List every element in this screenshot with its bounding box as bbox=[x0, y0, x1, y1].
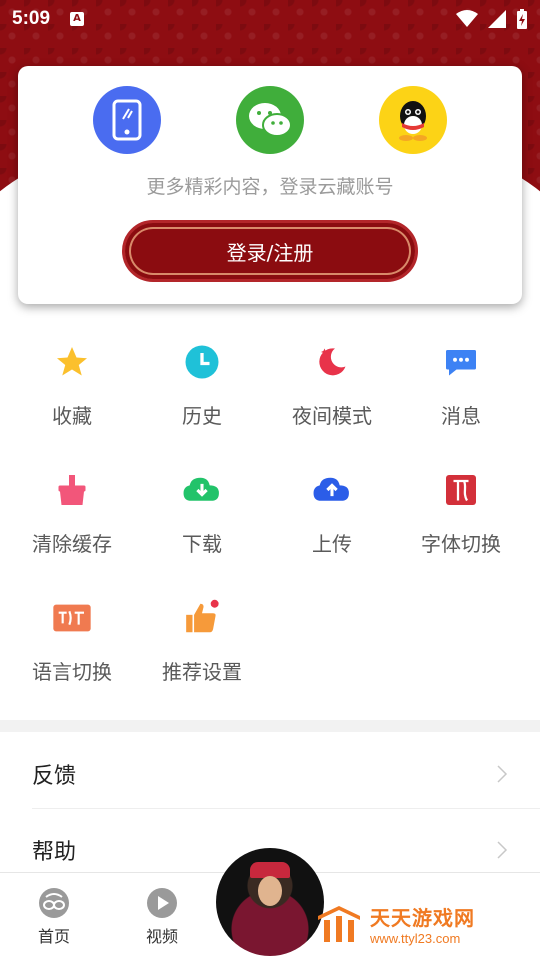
wifi-icon bbox=[456, 10, 478, 27]
status-bar: 5:09 A bbox=[0, 0, 540, 38]
login-card: 更多精彩内容，登录云藏账号 登录/注册 bbox=[18, 66, 522, 304]
home-tab-icon bbox=[39, 888, 69, 918]
wechat-login-button[interactable] bbox=[236, 86, 304, 154]
grid-item-night-mode[interactable]: 夜间模式 bbox=[267, 330, 397, 440]
grid-label: 收藏 bbox=[52, 404, 92, 428]
watermark-logo-icon bbox=[318, 906, 360, 942]
grid-item-language-switch[interactable]: 语言切换 bbox=[7, 586, 137, 696]
grid-label: 消息 bbox=[441, 404, 481, 428]
center-avatar-button[interactable] bbox=[216, 848, 324, 956]
chevron-right-icon bbox=[497, 765, 508, 783]
grid-label: 夜间模式 bbox=[292, 404, 372, 428]
battery-icon bbox=[517, 9, 527, 29]
grid-item-font-switch[interactable]: 字体切换 bbox=[396, 458, 526, 568]
grid-item-favorites[interactable]: 收藏 bbox=[7, 330, 137, 440]
nav-home[interactable]: 首页 bbox=[24, 887, 84, 947]
grid-item-clear-cache[interactable]: 清除缓存 bbox=[7, 458, 137, 568]
grid-item-history[interactable]: 历史 bbox=[137, 330, 267, 440]
qq-login-button[interactable] bbox=[379, 86, 447, 154]
grid-label: 字体切换 bbox=[421, 532, 501, 556]
grid-label: 清除缓存 bbox=[32, 532, 112, 556]
clock-icon bbox=[185, 345, 219, 379]
thumbs-up-icon bbox=[186, 599, 219, 633]
login-hint-text: 更多精彩内容，登录云藏账号 bbox=[146, 176, 394, 198]
phone-icon bbox=[112, 99, 142, 141]
grid-item-download[interactable]: 下载 bbox=[137, 458, 267, 568]
language-icon bbox=[53, 604, 91, 632]
wechat-icon bbox=[249, 103, 292, 137]
qq-icon bbox=[399, 101, 427, 141]
grid-label: 上传 bbox=[312, 532, 352, 556]
grid-label: 历史 bbox=[182, 404, 222, 428]
grid-label: 语言切换 bbox=[32, 660, 112, 684]
notification-app-icon: A bbox=[70, 12, 85, 26]
broom-icon bbox=[58, 475, 86, 505]
nav-video-label: 视频 bbox=[145, 927, 178, 946]
watermark-title: 天天游戏网 bbox=[370, 906, 475, 930]
grid-label: 推荐设置 bbox=[162, 660, 242, 684]
chevron-right-icon bbox=[497, 841, 508, 859]
cloud-upload-icon bbox=[313, 477, 349, 501]
status-time: 5:09 bbox=[12, 8, 51, 29]
cloud-download-icon bbox=[183, 477, 219, 501]
message-icon bbox=[446, 350, 476, 376]
row-separator bbox=[32, 808, 540, 809]
nav-home-label: 首页 bbox=[37, 927, 70, 946]
moon-icon bbox=[319, 348, 346, 376]
site-watermark: 天天游戏网 www.ttyl23.com bbox=[316, 902, 475, 946]
nav-video[interactable]: 视频 bbox=[132, 887, 192, 947]
help-label: 帮助 bbox=[32, 840, 77, 865]
grid-item-recommend-settings[interactable]: 推荐设置 bbox=[137, 586, 267, 696]
font-icon bbox=[446, 475, 476, 505]
star-icon bbox=[57, 347, 87, 376]
grid-item-upload[interactable]: 上传 bbox=[267, 458, 397, 568]
phone-login-button[interactable] bbox=[93, 86, 161, 154]
grid-label: 下载 bbox=[182, 532, 222, 556]
grid-item-messages[interactable]: 消息 bbox=[396, 330, 526, 440]
avatar-face bbox=[258, 876, 282, 906]
play-icon bbox=[147, 888, 177, 918]
login-register-button[interactable]: 登录/注册 bbox=[122, 220, 418, 282]
watermark-url: www.ttyl23.com bbox=[370, 931, 461, 946]
feedback-row[interactable]: 反馈 bbox=[0, 736, 540, 812]
feedback-label: 反馈 bbox=[32, 764, 77, 789]
section-divider bbox=[0, 720, 540, 732]
signal-icon bbox=[488, 10, 506, 28]
